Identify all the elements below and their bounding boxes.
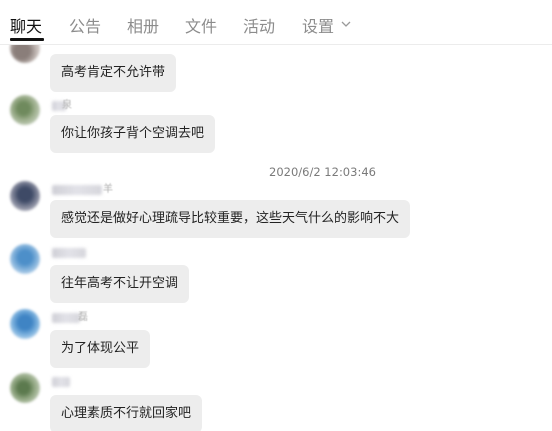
nickname-redacted — [52, 313, 80, 323]
message-bubble[interactable]: 往年高考不让开空调 — [50, 265, 190, 303]
tab-chat[interactable]: 聊天 — [10, 16, 42, 38]
tab-files[interactable]: 文件 — [185, 16, 217, 38]
avatar[interactable] — [10, 244, 40, 274]
group-chat-window: 聊天 公告 相册 文件 活动 设置 高考肯定不允许带 泉 你让你孩子背个空调去吧… — [0, 0, 552, 431]
avatar[interactable] — [10, 309, 40, 339]
message-bubble[interactable]: 为了体现公平 — [50, 330, 151, 368]
message-bubble[interactable]: 你让你孩子背个空调去吧 — [50, 115, 216, 153]
tab-bar: 聊天 公告 相册 文件 活动 设置 — [0, 0, 552, 45]
avatar[interactable] — [10, 181, 40, 211]
message-bubble[interactable]: 高考肯定不允许带 — [50, 54, 177, 92]
tab-bar-divider — [0, 44, 552, 45]
message-bubble[interactable]: 心理素质不行就回家吧 — [50, 395, 203, 431]
nickname: 羊 — [103, 184, 113, 195]
chevron-down-icon[interactable] — [340, 18, 352, 30]
tab-album[interactable]: 相册 — [127, 16, 159, 38]
nickname-redacted — [52, 248, 86, 258]
message-timestamp: 2020/6/2 12:03:46 — [269, 165, 376, 179]
nickname: 泉 — [62, 100, 72, 111]
message-list[interactable]: 高考肯定不允许带 泉 你让你孩子背个空调去吧 2020/6/2 12:03:46… — [0, 45, 552, 431]
avatar[interactable] — [10, 373, 40, 403]
tab-settings[interactable]: 设置 — [302, 16, 334, 38]
active-tab-indicator — [10, 38, 44, 41]
nickname-redacted — [52, 377, 70, 387]
tab-announcement[interactable]: 公告 — [69, 16, 101, 38]
avatar[interactable] — [10, 45, 40, 63]
nickname: 磊 — [78, 312, 88, 323]
avatar[interactable] — [10, 95, 40, 125]
nickname-redacted — [52, 185, 102, 195]
tab-activity[interactable]: 活动 — [243, 16, 275, 38]
message-bubble[interactable]: 感觉还是做好心理疏导比较重要，这些天气什么的影响不大 — [50, 200, 411, 238]
